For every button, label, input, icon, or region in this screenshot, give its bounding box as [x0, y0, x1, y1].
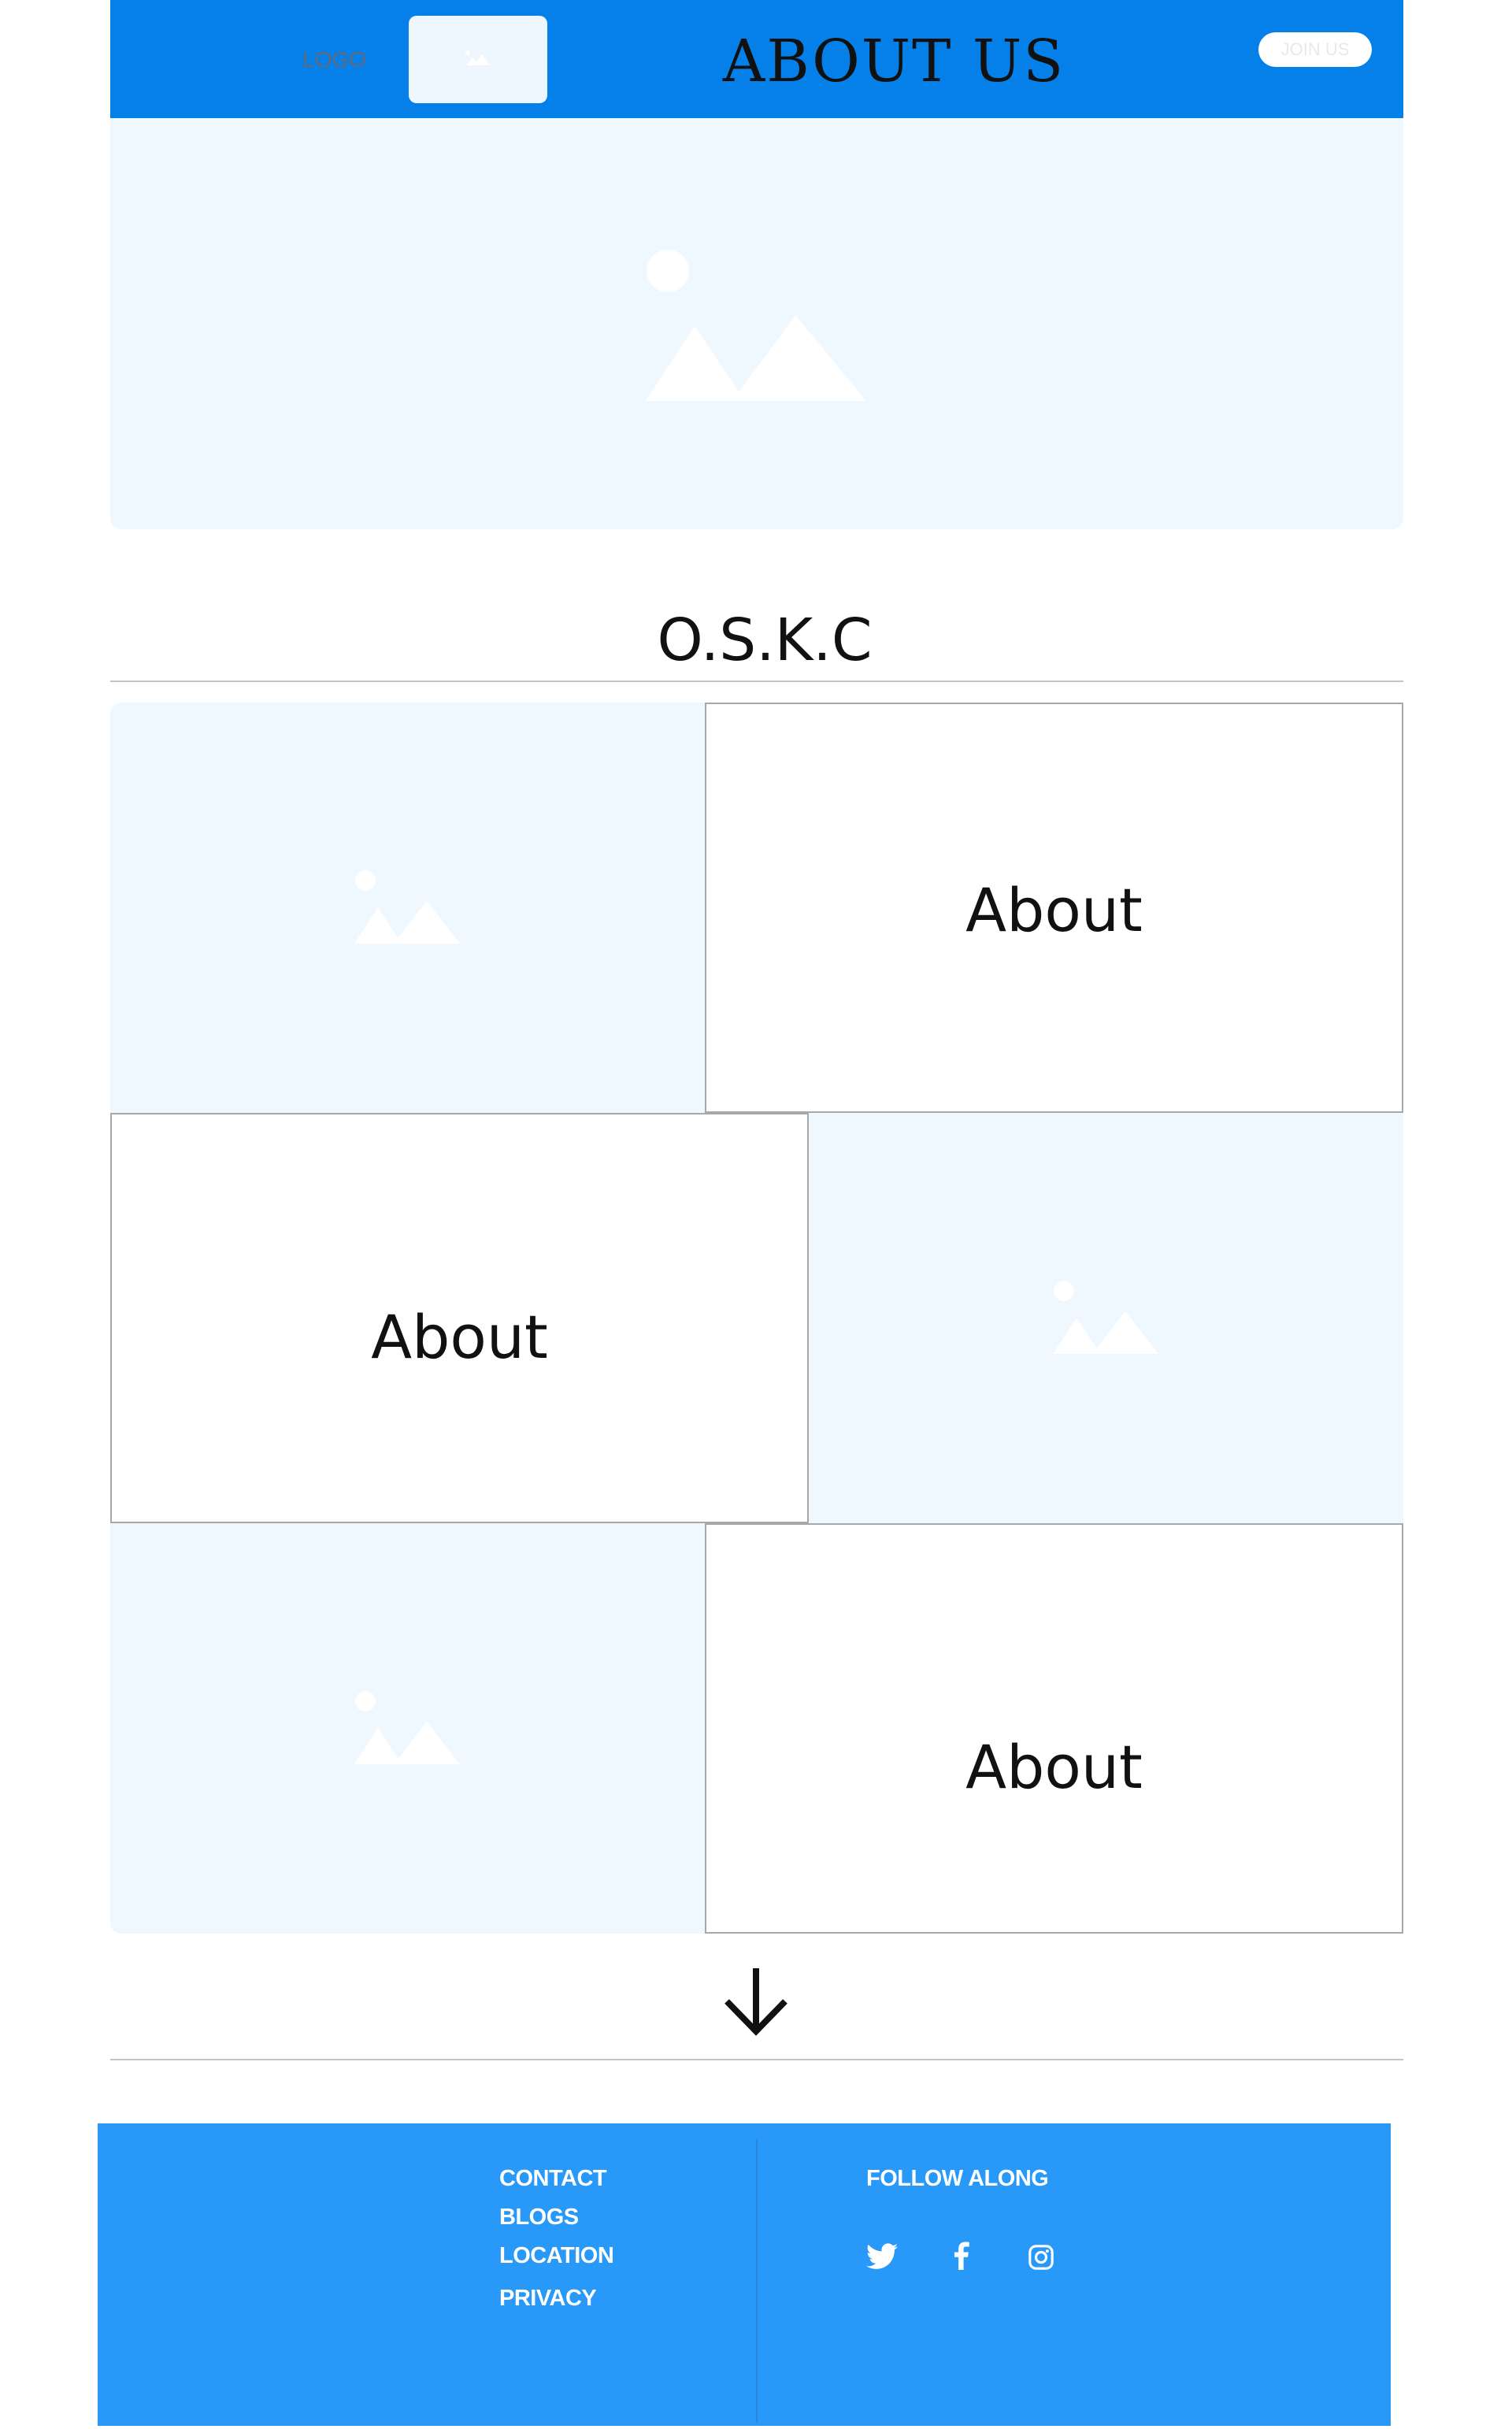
instagram-icon[interactable] [1028, 2244, 1054, 2271]
footer-follow-heading: FOLLOW ALONG [866, 2166, 1049, 2191]
about-label: About [371, 1302, 548, 1372]
about-label: About [965, 1732, 1143, 1802]
page-title: ABOUT US [722, 28, 1065, 95]
footer-link-blogs[interactable]: BLOGS [499, 2205, 579, 2231]
divider [110, 2059, 1403, 2060]
arrow-down-icon[interactable] [721, 1967, 791, 2038]
section-heading: O.S.K.C [657, 606, 873, 674]
logo-text[interactable]: LOGO [302, 47, 366, 72]
divider [110, 680, 1403, 682]
facebook-icon[interactable] [952, 2242, 969, 2270]
about-panel[interactable]: About [705, 1523, 1403, 1934]
hero-image-placeholder [110, 118, 1403, 529]
about-panel[interactable]: About [110, 1113, 809, 1523]
feature-image-placeholder [110, 703, 705, 1113]
twitter-icon[interactable] [866, 2243, 898, 2270]
feature-image-placeholder [809, 1113, 1403, 1523]
about-label: About [965, 875, 1143, 945]
footer-link-location[interactable]: LOCATION [499, 2243, 614, 2269]
image-placeholder-icon [1053, 1281, 1158, 1354]
footer [98, 2123, 1391, 2426]
footer-link-contact[interactable]: CONTACT [499, 2166, 607, 2192]
image-placeholder-icon [354, 1691, 460, 1764]
join-us-button[interactable]: JOIN US [1258, 32, 1372, 67]
footer-link-privacy[interactable]: PRIVACY [499, 2286, 597, 2312]
image-placeholder-icon [354, 870, 460, 944]
image-placeholder-icon [646, 250, 866, 401]
about-panel[interactable]: About [705, 703, 1403, 1113]
feature-image-placeholder [110, 1523, 705, 1934]
footer-divider [756, 2139, 758, 2423]
